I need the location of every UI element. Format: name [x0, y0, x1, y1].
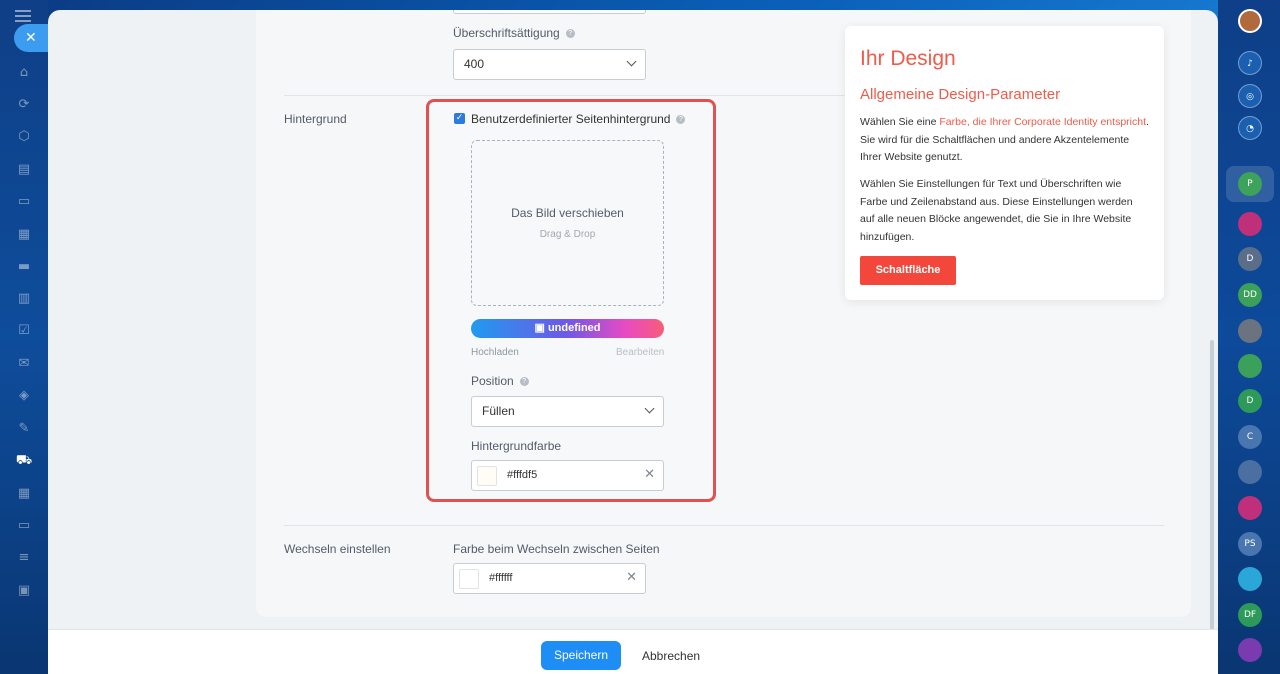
image-dropzone[interactable]: Das Bild verschieben Drag & Drop	[471, 140, 664, 306]
tag-icon[interactable]: ▭	[15, 517, 33, 535]
help-icon[interactable]: ?	[565, 29, 575, 39]
position-select[interactable]: Füllen	[471, 396, 664, 427]
cart-icon[interactable]: ⛟	[15, 452, 33, 470]
card-icon[interactable]: ▬	[15, 258, 33, 276]
user-avatar[interactable]	[1238, 9, 1262, 33]
settings-panel: Überschriftsättigung? 400 Hintergrund ✓ …	[48, 10, 1218, 674]
design-info-card: Ihr Design Allgemeine Design-Parameter W…	[845, 26, 1164, 300]
calendar-icon[interactable]: ▦	[15, 226, 33, 244]
footer-bar: Speichern Abbrechen	[48, 629, 1218, 674]
color-swatch[interactable]	[477, 466, 497, 486]
checklist-icon[interactable]: ☑	[15, 322, 33, 340]
bell-icon[interactable]: ♪	[1238, 51, 1262, 75]
color-swatch[interactable]	[459, 569, 479, 589]
sign-icon[interactable]: ✎	[15, 420, 33, 438]
menu-icon[interactable]	[15, 10, 31, 25]
clear-icon[interactable]: ✕	[626, 570, 637, 585]
previous-field[interactable]	[453, 10, 646, 14]
switch-section-label: Wechseln einstellen	[284, 542, 391, 556]
chat-icon[interactable]: ◔	[1238, 116, 1262, 140]
cancel-button[interactable]: Abbrechen	[642, 649, 700, 663]
custom-background-label: Benutzerdefinierter Seitenhintergrund?	[471, 112, 686, 126]
help-icon[interactable]: ?	[676, 115, 686, 125]
document-icon[interactable]: ▤	[15, 161, 33, 179]
switch-color-label: Farbe beim Wechseln zwischen Seiten	[453, 542, 660, 556]
edit-link[interactable]: Bearbeiten	[616, 347, 664, 358]
select-value: Füllen	[482, 404, 515, 418]
clear-icon[interactable]: ✕	[644, 467, 655, 482]
divider	[284, 525, 1164, 526]
save-button[interactable]: Speichern	[541, 641, 621, 670]
dropzone-title: Das Bild verschieben	[511, 206, 624, 220]
avatar-chat[interactable]	[1238, 567, 1262, 591]
avatar-group[interactable]	[1238, 460, 1262, 484]
board-icon[interactable]: ▥	[15, 290, 33, 308]
mail-icon[interactable]: ✉	[15, 355, 33, 373]
avatar-p[interactable]: P	[1238, 172, 1262, 196]
avatar-pink[interactable]	[1238, 212, 1262, 236]
position-label: Position?	[471, 374, 529, 388]
spiral-icon[interactable]: ◎	[1238, 84, 1262, 108]
background-section-label: Hintergrund	[284, 112, 347, 126]
chevron-down-icon	[644, 403, 655, 414]
scrollbar[interactable]	[1210, 340, 1214, 674]
ai-button-label: undefined	[547, 322, 601, 334]
avatar-d2[interactable]: D	[1238, 389, 1262, 413]
select-value: 400	[464, 57, 485, 71]
right-sidebar: ♪ ◎ ◔ P D DD D C PS DF	[1218, 0, 1280, 674]
info-paragraph-1: Wählen Sie eine Farbe, die Ihrer Corpora…	[860, 116, 1149, 163]
sample-button[interactable]: Schaltfläche	[860, 256, 956, 285]
settings-icon[interactable]: ◈	[15, 387, 33, 405]
hexagon-icon[interactable]: ⬡	[15, 128, 33, 146]
grid-icon[interactable]: ▦	[15, 485, 33, 503]
color-value: #ffffff	[489, 572, 513, 584]
ai-image-button[interactable]: ▣ undefined	[471, 319, 664, 338]
info-subtitle: Allgemeine Design-Parameter	[860, 86, 1061, 103]
avatar-green[interactable]	[1238, 354, 1262, 378]
heading-saturation-label: Überschriftsättigung?	[453, 26, 575, 40]
avatar-c[interactable]: C	[1238, 425, 1262, 449]
avatar-ps[interactable]: PS	[1238, 532, 1262, 556]
bg-color-field[interactable]: #fffdf5 ✕	[471, 460, 664, 491]
upload-link[interactable]: Hochladen	[471, 347, 519, 358]
switch-color-field[interactable]: #ffffff ✕	[453, 563, 646, 594]
avatar-df[interactable]: DF	[1238, 603, 1262, 627]
info-title: Ihr Design	[860, 47, 956, 70]
sync-icon[interactable]: ⟳	[15, 96, 33, 114]
dropzone-subtitle: Drag & Drop	[539, 229, 596, 240]
left-sidebar: ⌂ ⟳ ⬡ ▤ ▭ ▦ ▬ ▥ ☑ ✉ ◈ ✎ ⛟ ▦ ▭ ≡ ▣	[0, 0, 48, 674]
help-icon[interactable]: ?	[519, 377, 529, 387]
info-paragraph-2: Wählen Sie Einstellungen für Text und Üb…	[860, 178, 1133, 243]
home-icon[interactable]: ⌂	[15, 64, 33, 82]
avatar-d[interactable]: D	[1238, 247, 1262, 271]
bg-color-label: Hintergrundfarbe	[471, 439, 562, 453]
filter-icon[interactable]: ≡	[15, 549, 33, 567]
avatar-spiral[interactable]	[1238, 638, 1262, 662]
color-value: #fffdf5	[507, 469, 538, 481]
heading-saturation-select[interactable]: 400	[453, 49, 646, 80]
image-ai-icon: ▣	[534, 322, 545, 334]
custom-background-checkbox[interactable]: ✓	[454, 113, 465, 124]
chevron-down-icon	[626, 56, 637, 67]
corporate-identity-link[interactable]: Farbe, die Ihrer Corporate Identity ents…	[939, 116, 1146, 128]
avatar-photo[interactable]	[1238, 319, 1262, 343]
avatar-dd[interactable]: DD	[1238, 283, 1262, 307]
box-icon[interactable]: ▣	[15, 582, 33, 600]
chat-icon[interactable]: ▭	[15, 193, 33, 211]
avatar-calendar[interactable]	[1238, 496, 1262, 520]
close-icon: ✕	[25, 30, 37, 46]
